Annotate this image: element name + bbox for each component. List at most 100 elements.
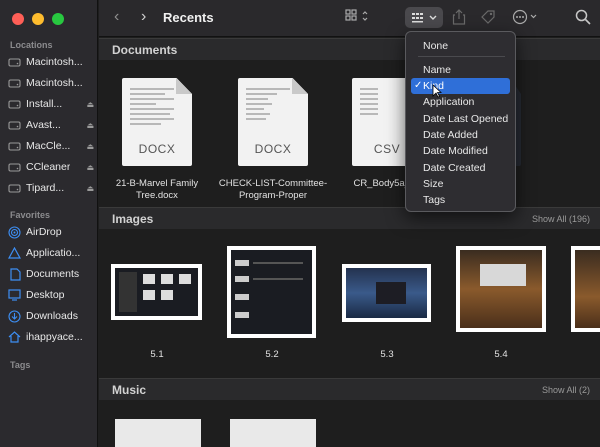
more-options-icon [512, 9, 537, 25]
view-mode-button[interactable] [345, 9, 371, 26]
forward-button[interactable]: › [141, 8, 146, 26]
menu-item-label: None [423, 40, 449, 52]
sidebar-location-item[interactable]: MacCle... ⏏ [8, 137, 94, 155]
share-button[interactable] [452, 9, 466, 28]
eject-icon[interactable]: ⏏ [84, 142, 94, 151]
sidebar-item-label: MacCle... [26, 140, 71, 152]
file-type-label: DOCX [138, 142, 176, 156]
menu-item-date-created[interactable]: Date Created [411, 160, 510, 176]
sidebar-favorite-item[interactable]: ihappyace... [8, 328, 94, 346]
sidebar-item-label: Downloads [26, 310, 78, 322]
menu-separator [418, 56, 505, 57]
file-browser: Documents DOCX 21-B-Marvel Family Tree.d… [99, 38, 600, 447]
document-icon [8, 267, 21, 281]
menu-item-label: Application [423, 96, 475, 108]
sidebar-item-label: Macintosh... [26, 56, 83, 68]
menu-item-tags[interactable]: Tags [411, 192, 510, 208]
image-name[interactable]: 5.4 [471, 349, 531, 360]
eject-icon[interactable]: ⏏ [84, 100, 94, 109]
eject-icon[interactable]: ⏏ [84, 163, 94, 172]
applications-icon [8, 246, 21, 260]
menu-item-date-last-opened[interactable]: Date Last Opened [411, 111, 510, 127]
menu-item-label: Date Last Opened [423, 113, 509, 125]
image-thumbnail[interactable] [456, 246, 546, 332]
music-section-header: Music Show All (2) [99, 378, 600, 400]
close-window-button[interactable] [12, 13, 24, 25]
sidebar-item-label: Tipard... [26, 182, 65, 194]
menu-item-none[interactable]: None [411, 38, 510, 54]
drive-icon [8, 56, 21, 69]
sidebar-location-item[interactable]: Avast... ⏏ [8, 116, 94, 134]
sidebar-favorite-item[interactable]: AirDrop [8, 223, 94, 241]
document-name[interactable]: CHECK-LIST-Committee-Program-Proper [213, 178, 333, 202]
group-icon [412, 13, 437, 23]
action-menu-button[interactable] [512, 9, 538, 28]
image-thumbnail[interactable] [227, 246, 316, 338]
sidebar-favorite-item[interactable]: Desktop [8, 286, 94, 304]
tag-icon [481, 10, 495, 24]
menu-item-label: Size [423, 178, 444, 190]
section-title: Documents [112, 43, 178, 57]
menu-item-kind[interactable]: ✓Kind [411, 78, 510, 94]
window-title: Recents [163, 10, 214, 25]
menu-item-application[interactable]: Application [411, 94, 510, 110]
zoom-window-button[interactable] [52, 13, 64, 25]
mouse-pointer-icon [432, 84, 442, 98]
sidebar-location-item[interactable]: CCleaner ⏏ [8, 158, 94, 176]
sidebar-location-item[interactable]: Install... ⏏ [8, 95, 94, 113]
menu-item-size[interactable]: Size [411, 176, 510, 192]
search-icon [575, 9, 591, 25]
sidebar-location-item[interactable]: Macintosh... [8, 53, 94, 71]
window-controls [12, 13, 64, 25]
eject-icon[interactable]: ⏏ [84, 184, 94, 193]
image-thumbnail[interactable] [342, 264, 431, 322]
document-thumbnail[interactable]: DOCX [238, 78, 308, 166]
locations-heading: Locations [10, 40, 53, 50]
checkmark-icon: ✓ [414, 80, 423, 91]
home-icon [8, 331, 21, 344]
tags-heading: Tags [10, 360, 31, 370]
group-by-button[interactable] [405, 7, 443, 28]
share-icon [452, 9, 466, 25]
menu-item-date-added[interactable]: Date Added [411, 127, 510, 143]
sidebar-item-label: ihappyace... [26, 331, 83, 343]
image-thumbnail[interactable] [571, 246, 600, 332]
sidebar-location-item[interactable]: Macintosh... [8, 74, 94, 92]
search-button[interactable] [575, 9, 591, 28]
documents-section-header: Documents [99, 38, 600, 60]
sidebar-location-item[interactable]: Tipard... ⏏ [8, 179, 94, 197]
document-thumbnail[interactable]: DOCX [122, 78, 192, 166]
section-title: Images [112, 212, 154, 226]
menu-item-date-modified[interactable]: Date Modified [411, 143, 510, 159]
show-all-button[interactable]: Show All (196) [532, 214, 590, 224]
images-section-header: Images Show All (196) [99, 207, 600, 229]
sidebar-favorite-item[interactable]: Applicatio... [8, 244, 94, 262]
favorites-heading: Favorites [10, 210, 51, 220]
tag-button[interactable] [480, 9, 496, 28]
document-name[interactable]: 21-B-Marvel Family Tree.docx [99, 178, 217, 202]
drive-icon [8, 140, 21, 153]
section-title: Music [112, 383, 147, 397]
music-thumbnail[interactable] [230, 419, 316, 447]
minimize-window-button[interactable] [32, 13, 44, 25]
menu-item-label: Date Created [423, 162, 486, 174]
sidebar-item-label: Macintosh... [26, 77, 83, 89]
eject-icon[interactable]: ⏏ [84, 121, 94, 130]
image-name[interactable]: 5.1 [127, 349, 187, 360]
show-all-button[interactable]: Show All (2) [542, 385, 590, 395]
grid-view-icon [345, 9, 368, 21]
drive-icon [8, 182, 21, 195]
menu-item-name[interactable]: Name [411, 62, 510, 78]
image-thumbnail[interactable] [111, 264, 202, 320]
image-name[interactable]: 5.2 [242, 349, 302, 360]
sidebar-favorite-item[interactable]: Documents [8, 265, 94, 283]
sidebar: Locations Macintosh... Macintosh... Instal… [0, 0, 98, 447]
sidebar-item-label: Documents [26, 268, 80, 280]
back-button[interactable]: ‹ [114, 8, 119, 26]
music-thumbnail[interactable] [115, 419, 201, 447]
sidebar-item-label: Desktop [26, 289, 65, 301]
downloads-icon [8, 309, 21, 323]
sidebar-favorite-item[interactable]: Downloads [8, 307, 94, 325]
image-name[interactable]: 5.3 [357, 349, 417, 360]
drive-icon [8, 161, 21, 174]
